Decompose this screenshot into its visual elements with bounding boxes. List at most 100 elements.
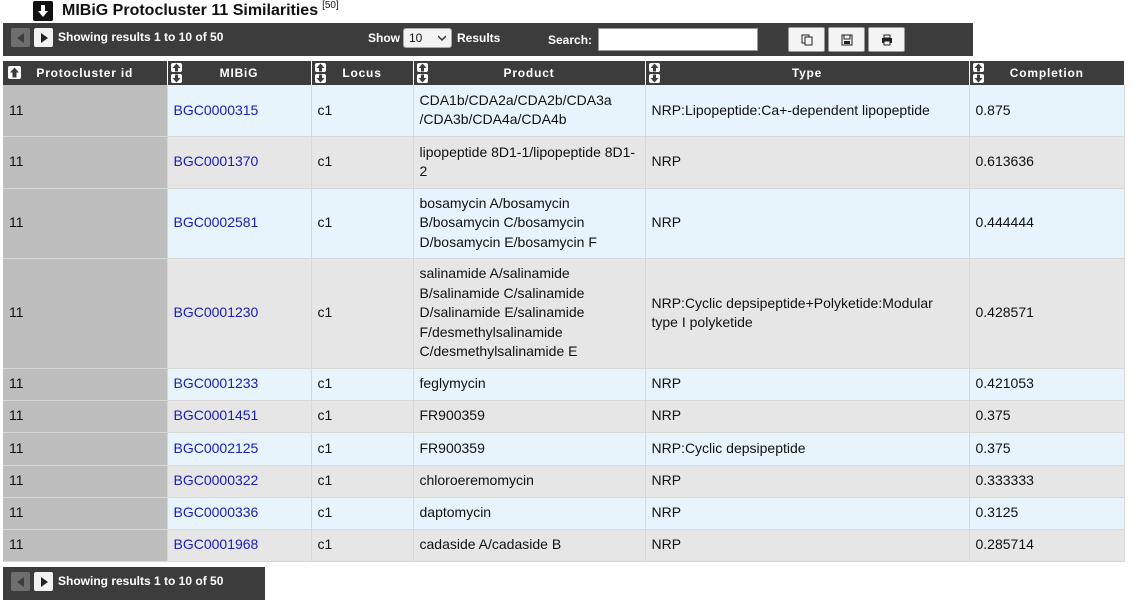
cell-protocluster-id: 11 (3, 465, 168, 498)
similarity-count: [50] (322, 0, 339, 11)
cell-product: FR900359 (413, 400, 646, 433)
save-button[interactable] (828, 27, 865, 52)
mibig-link[interactable]: BGC0001370 (174, 153, 259, 169)
cell-protocluster-id: 11 (3, 368, 168, 401)
mibig-link[interactable]: BGC0000315 (174, 102, 259, 118)
mibig-link[interactable]: BGC0000322 (174, 472, 259, 488)
cell-completion: 0.613636 (969, 136, 1125, 189)
cell-mibig: BGC0001370 (167, 136, 312, 189)
table-header-row: Protocluster id MIBiG Locus Product Type… (3, 61, 1124, 85)
cell-locus: c1 (311, 136, 414, 189)
cell-product: chloroeremomycin (413, 465, 646, 498)
download-arrow-icon[interactable] (33, 1, 53, 21)
cell-protocluster-id: 11 (3, 136, 168, 189)
col-header-product[interactable]: Product (413, 61, 646, 85)
cell-type: NRP (645, 465, 970, 498)
page-title: MIBiG Protocluster 11 Similarities (62, 2, 319, 19)
cell-completion: 0.428571 (969, 258, 1125, 369)
cell-mibig: BGC0001233 (167, 368, 312, 401)
cell-protocluster-id: 11 (3, 258, 168, 369)
cell-locus: c1 (311, 400, 414, 433)
sort-both-icon (314, 63, 326, 83)
cell-protocluster-id: 11 (3, 529, 168, 562)
cell-type: NRP (645, 400, 970, 433)
table-row: 11 BGC0001370 c1 lipopeptide 8D1-1/lipop… (3, 136, 1125, 189)
page-title-row: MIBiG Protocluster 11 Similarities [50] (33, 0, 339, 22)
table-row: 11 BGC0002125 c1 FR900359 NRP:Cyclic dep… (3, 432, 1125, 466)
mibig-link[interactable]: BGC0001233 (174, 375, 259, 391)
mibig-link[interactable]: BGC0001451 (174, 407, 259, 423)
sort-ascending-icon (8, 66, 21, 79)
col-header-completion[interactable]: Completion (969, 61, 1124, 85)
cell-type: NRP:Cyclic depsipeptide (645, 432, 970, 466)
triangle-left-icon (16, 576, 24, 587)
mibig-link[interactable]: BGC0001968 (174, 536, 259, 552)
print-icon (881, 34, 892, 45)
cell-protocluster-id: 11 (3, 85, 168, 137)
results-label: Results (457, 31, 501, 45)
triangle-left-icon (16, 32, 24, 43)
cell-completion: 0.421053 (969, 368, 1125, 401)
chevron-down-icon (438, 35, 446, 42)
similarity-table: Protocluster id MIBiG Locus Product Type… (3, 61, 1125, 562)
sort-both-icon (416, 63, 428, 83)
cell-completion: 0.875 (969, 85, 1125, 137)
sort-both-icon (170, 63, 182, 83)
search-input[interactable] (598, 28, 758, 51)
page-length-select[interactable]: 10 (403, 28, 452, 48)
table-row: 11 BGC0000322 c1 chloroeremomycin NRP 0.… (3, 465, 1125, 498)
next-page-button[interactable] (34, 572, 53, 591)
table-row: 11 BGC0000336 c1 daptomycin NRP 0.3125 (3, 497, 1125, 530)
cell-locus: c1 (311, 529, 414, 562)
triangle-right-icon (40, 32, 48, 43)
col-header-type[interactable]: Type (645, 61, 970, 85)
cell-mibig: BGC0000315 (167, 85, 312, 137)
cell-product: lipopeptide 8D1-1/lipopeptide 8D1-2 (413, 136, 646, 189)
cell-completion: 0.3125 (969, 497, 1125, 530)
table-row: 11 BGC0001968 c1 cadaside A/cadaside B N… (3, 529, 1125, 562)
cell-mibig: BGC0002581 (167, 188, 312, 259)
col-header-locus[interactable]: Locus (311, 61, 414, 85)
cell-type: NRP (645, 188, 970, 259)
mibig-link[interactable]: BGC0000336 (174, 504, 259, 520)
table-row: 11 BGC0001451 c1 FR900359 NRP 0.375 (3, 400, 1125, 433)
mibig-link[interactable]: BGC0002581 (174, 214, 259, 230)
cell-mibig: BGC0000336 (167, 497, 312, 530)
page-length-value: 10 (409, 31, 423, 45)
table-row: 11 BGC0001230 c1 salinamide A/salinamide… (3, 258, 1125, 369)
cell-type: NRP:Cyclic depsipeptide+Polyketide:Modul… (645, 258, 970, 369)
print-button[interactable] (868, 27, 905, 52)
mibig-link[interactable]: BGC0002125 (174, 440, 259, 456)
col-header-protocluster-id[interactable]: Protocluster id (3, 61, 168, 85)
cell-product: CDA1b/CDA2a/CDA2b/CDA3a /CDA3b/CDA4a/CDA… (413, 85, 646, 137)
cell-product: daptomycin (413, 497, 646, 530)
col-header-mibig[interactable]: MIBiG (167, 61, 312, 85)
next-page-button[interactable] (34, 28, 53, 47)
cell-mibig: BGC0002125 (167, 432, 312, 466)
table-footer-toolbar: Showing results 1 to 10 of 50 (3, 567, 265, 600)
copy-button[interactable] (788, 27, 825, 52)
cell-protocluster-id: 11 (3, 400, 168, 433)
cell-completion: 0.375 (969, 400, 1125, 433)
cell-type: NRP (645, 497, 970, 530)
cell-protocluster-id: 11 (3, 432, 168, 466)
sort-both-icon (972, 63, 984, 83)
cell-type: NRP (645, 136, 970, 189)
cell-product: FR900359 (413, 432, 646, 466)
cell-type: NRP (645, 368, 970, 401)
triangle-right-icon (40, 576, 48, 587)
mibig-link[interactable]: BGC0001230 (174, 304, 259, 320)
table-row: 11 BGC0000315 c1 CDA1b/CDA2a/CDA2b/CDA3a… (3, 85, 1125, 137)
search-label: Search: (548, 33, 593, 47)
results-summary: Showing results 1 to 10 of 50 (58, 30, 224, 44)
cell-completion: 0.444444 (969, 188, 1125, 259)
cell-completion: 0.333333 (969, 465, 1125, 498)
prev-page-button[interactable] (11, 28, 30, 47)
copy-icon (801, 34, 812, 45)
cell-type: NRP:Lipopeptide:Ca+-dependent lipopeptid… (645, 85, 970, 137)
results-summary: Showing results 1 to 10 of 50 (58, 574, 224, 588)
cell-product: bosamycin A/bosamycin B/bosamycin C/bosa… (413, 188, 646, 259)
prev-page-button[interactable] (11, 572, 30, 591)
save-icon (841, 34, 852, 45)
cell-product: feglymycin (413, 368, 646, 401)
